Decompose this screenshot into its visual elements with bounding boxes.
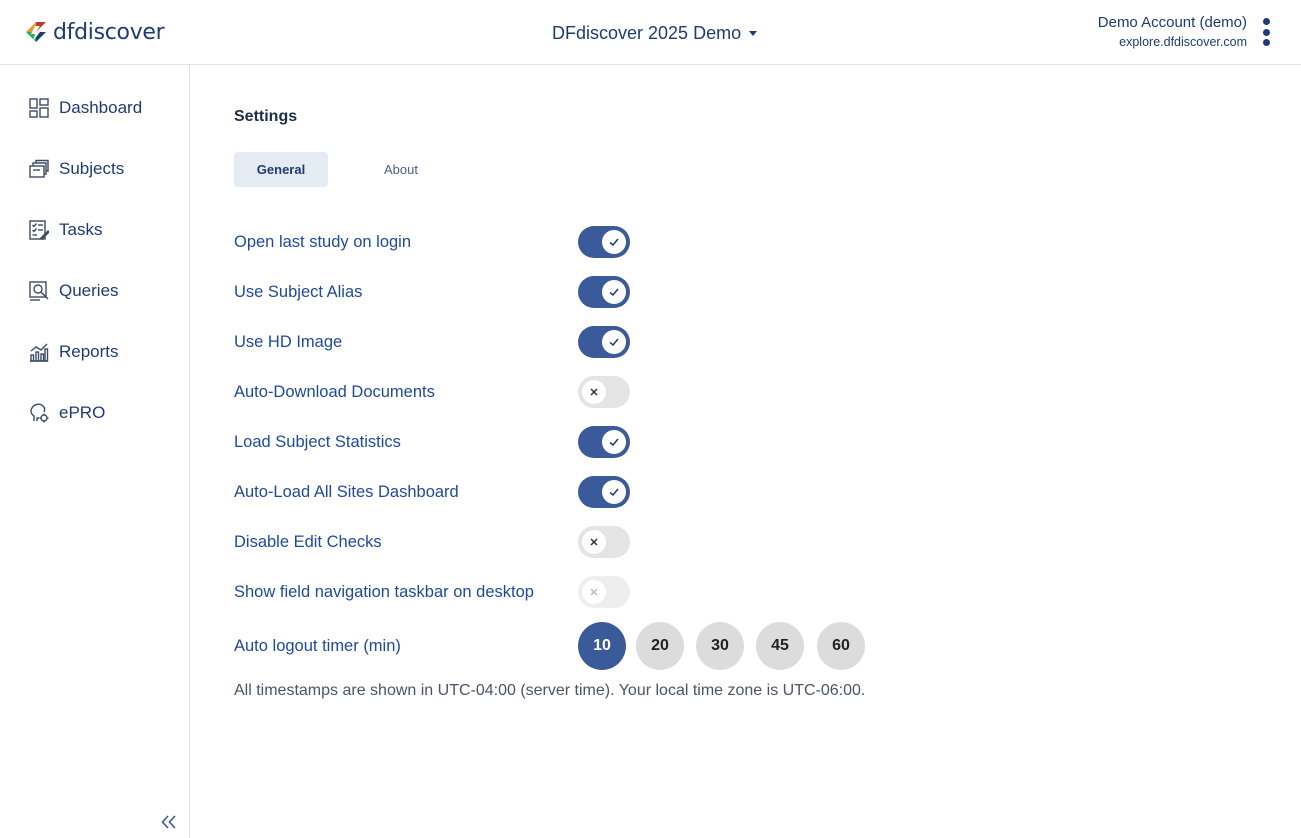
dfdiscover-logo[interactable]: dfdiscover — [24, 17, 165, 47]
logo-mark-icon — [26, 22, 46, 42]
sidebar-item-reports[interactable]: Reports — [28, 340, 119, 364]
toggle-auto-download-documents[interactable] — [578, 376, 630, 408]
close-icon — [582, 380, 606, 404]
queries-icon — [28, 280, 50, 302]
toggle-disable-edit-checks[interactable] — [578, 526, 630, 558]
sidebar-item-label: Queries — [59, 281, 119, 300]
caret-down-icon — [749, 31, 758, 36]
setting-label-use-hd-image: Use HD Image — [234, 333, 343, 351]
timer-option-45[interactable]: 45 — [756, 622, 804, 670]
check-icon — [602, 330, 626, 354]
study-name: DFdiscover 2025 Demo — [552, 22, 742, 43]
setting-label-auto-download-documents: Auto-Download Documents — [234, 383, 435, 401]
account-host: explore.dfdiscover.com — [1119, 35, 1247, 49]
tab-about[interactable]: About — [354, 152, 448, 187]
setting-label-show-field-navigation-taskbar: Show field navigation taskbar on desktop — [234, 583, 534, 601]
setting-label-open-last-study: Open last study on login — [234, 233, 412, 251]
study-selector[interactable]: DFdiscover 2025 Demo — [552, 22, 758, 44]
tasks-icon — [28, 219, 50, 241]
subjects-icon — [28, 158, 50, 180]
setting-label-disable-edit-checks: Disable Edit Checks — [234, 533, 382, 551]
sidebar: Dashboard Subjects Tasks Queries Reports… — [0, 65, 190, 838]
account-name: Demo Account (demo) — [1097, 14, 1247, 31]
sidebar-item-epro[interactable]: ePRO — [28, 401, 105, 425]
more-menu-icon[interactable] — [1258, 17, 1274, 47]
check-icon — [602, 480, 626, 504]
sidebar-item-queries[interactable]: Queries — [28, 279, 119, 303]
tab-general[interactable]: General — [234, 152, 328, 187]
sidebar-item-label: Tasks — [59, 220, 103, 239]
timezone-note: All timestamps are shown in UTC-04:00 (s… — [234, 682, 866, 699]
timer-option-20[interactable]: 20 — [636, 622, 684, 670]
app-header: dfdiscover DFdiscover 2025 Demo Demo Acc… — [0, 0, 1301, 65]
sidebar-item-label: ePRO — [59, 403, 106, 422]
sidebar-item-label: Reports — [59, 342, 119, 361]
settings-panel: Settings General About Open last study o… — [190, 65, 1301, 838]
setting-label-load-subject-statistics: Load Subject Statistics — [234, 433, 401, 451]
epro-icon — [28, 402, 50, 424]
timer-option-60[interactable]: 60 — [817, 622, 865, 670]
sidebar-item-label: Subjects — [59, 159, 125, 178]
timer-option-10[interactable]: 10 — [578, 622, 626, 670]
setting-label-auto-load-all-sites-dashboard: Auto-Load All Sites Dashboard — [234, 483, 459, 501]
logo-text: dfdiscover — [53, 19, 165, 45]
reports-icon — [28, 341, 50, 363]
setting-label-use-subject-alias: Use Subject Alias — [234, 283, 363, 301]
sidebar-item-tasks[interactable]: Tasks — [28, 218, 102, 242]
toggle-use-hd-image[interactable] — [578, 326, 630, 358]
toggle-open-last-study[interactable] — [578, 226, 630, 258]
account-info[interactable]: Demo Account (demo) explore.dfdiscover.c… — [1098, 14, 1247, 51]
toggle-load-subject-statistics[interactable] — [578, 426, 630, 458]
timer-option-30[interactable]: 30 — [696, 622, 744, 670]
check-icon — [602, 230, 626, 254]
sidebar-item-subjects[interactable]: Subjects — [28, 157, 124, 181]
page-title: Settings — [234, 108, 298, 125]
check-icon — [602, 280, 626, 304]
dashboard-icon — [28, 97, 50, 119]
toggle-auto-load-all-sites-dashboard[interactable] — [578, 476, 630, 508]
close-icon — [582, 530, 606, 554]
sidebar-item-dashboard[interactable]: Dashboard — [28, 96, 142, 120]
double-chevron-left-icon[interactable] — [160, 813, 178, 831]
sidebar-item-label: Dashboard — [59, 98, 143, 117]
toggle-show-field-navigation-taskbar[interactable] — [578, 576, 630, 608]
auto-logout-label: Auto logout timer (min) — [234, 637, 401, 655]
close-icon — [582, 580, 606, 604]
check-icon — [602, 430, 626, 454]
toggle-use-subject-alias[interactable] — [578, 276, 630, 308]
